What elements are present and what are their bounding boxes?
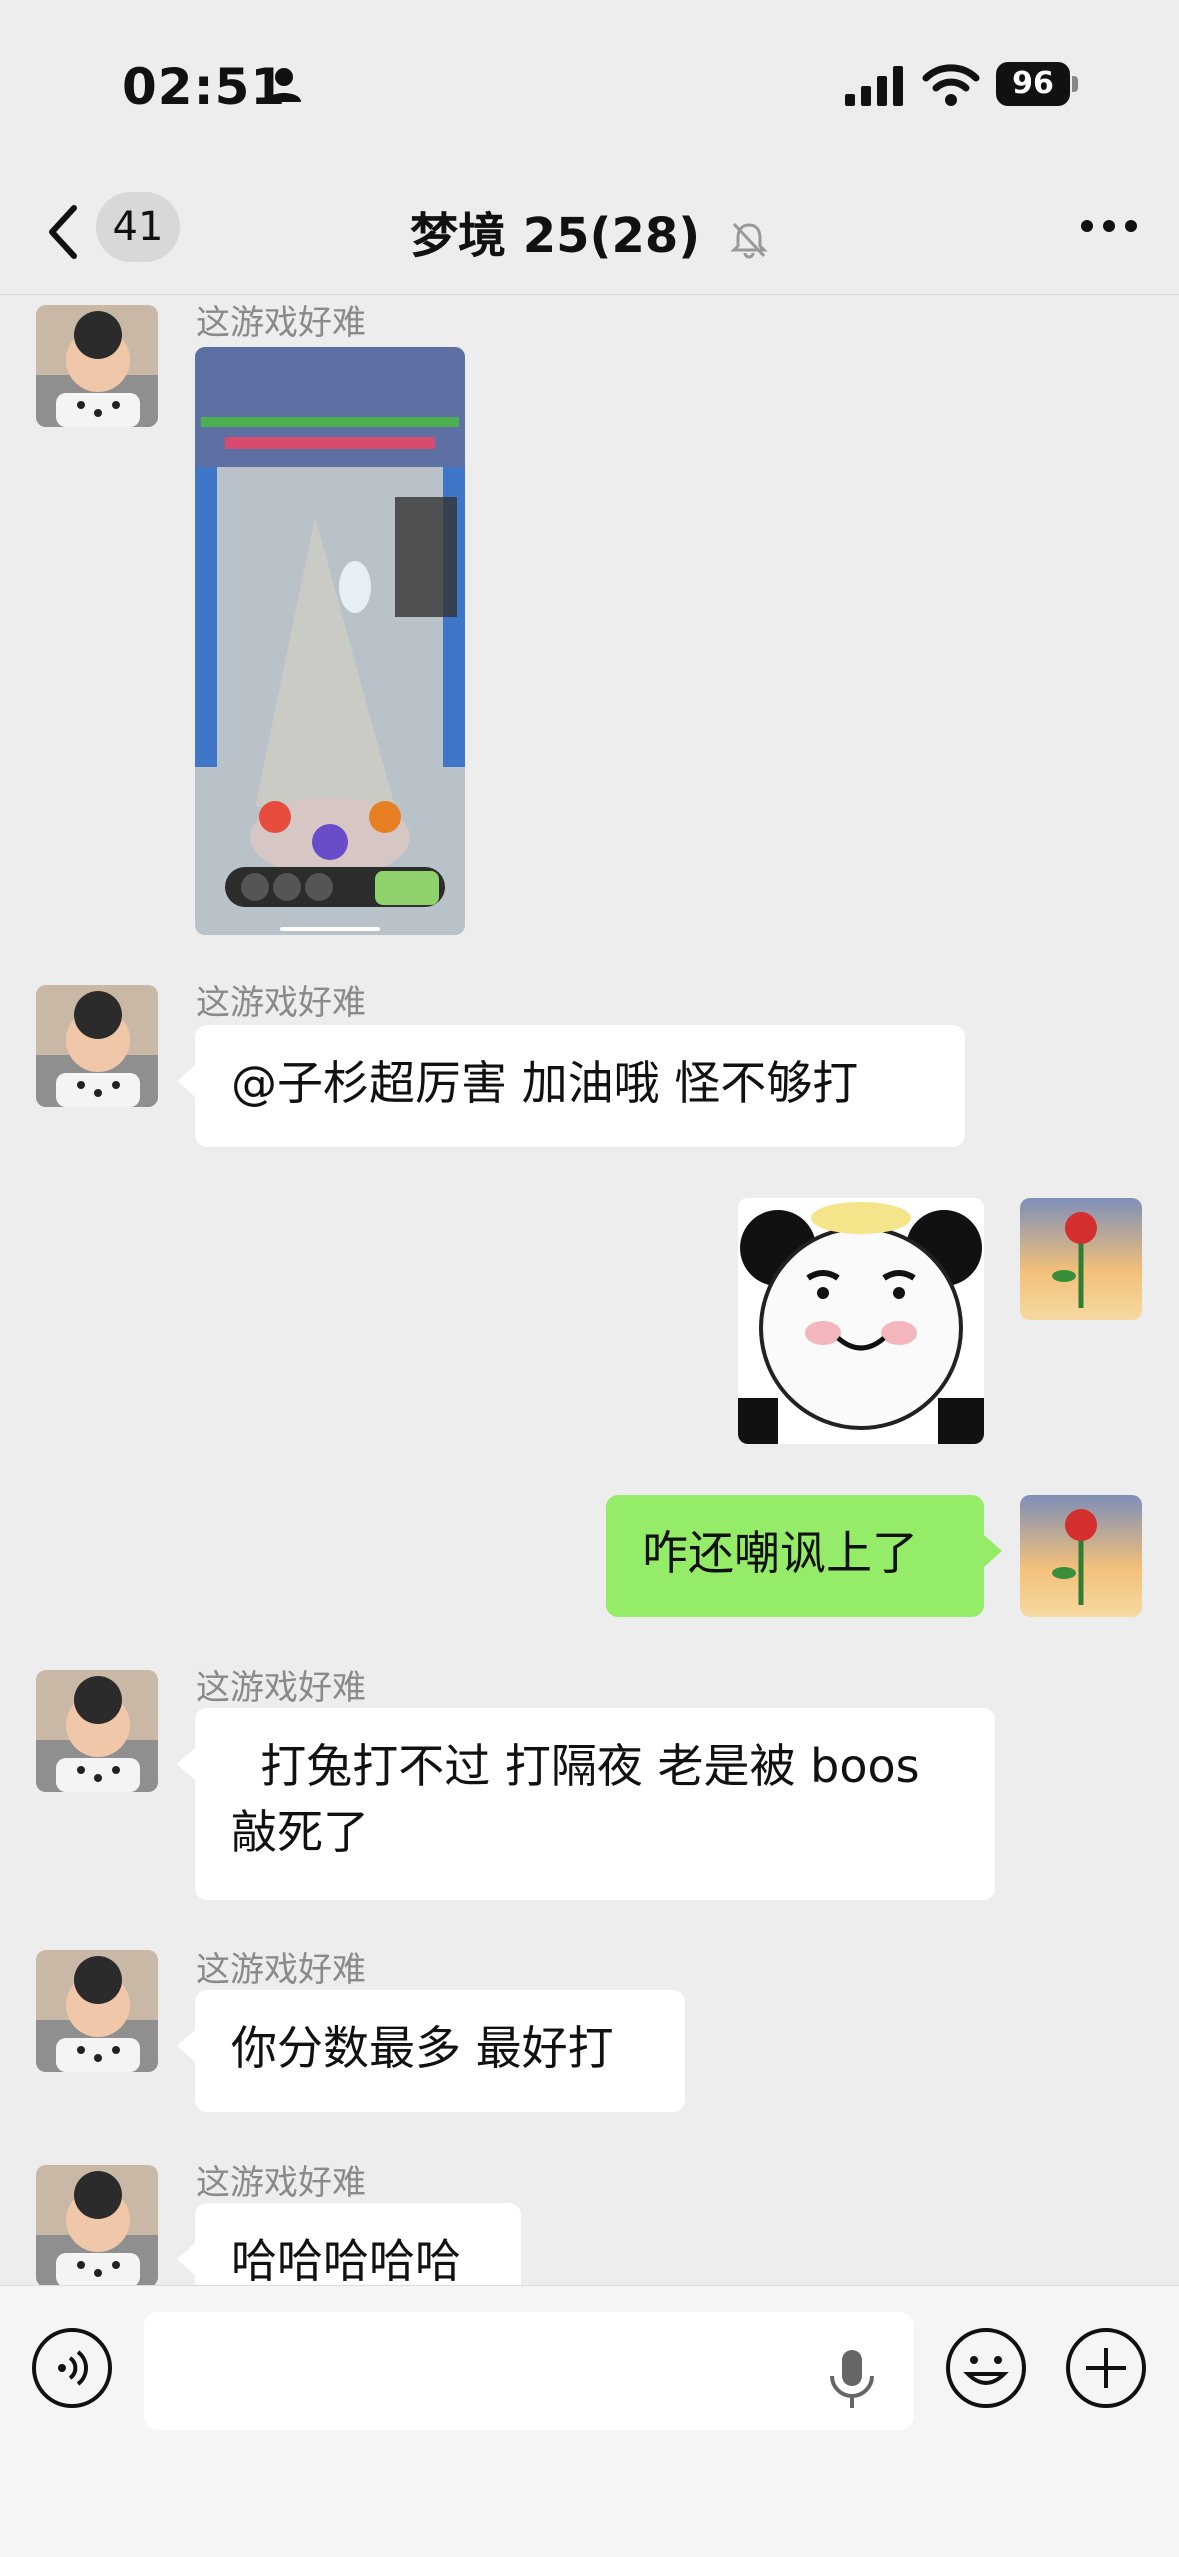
plus-icon[interactable]	[1064, 2326, 1148, 2410]
sender-avatar[interactable]	[36, 2165, 158, 2285]
my-avatar[interactable]	[1020, 1198, 1142, 1320]
sender-avatar[interactable]	[36, 1670, 158, 1792]
message-input[interactable]	[144, 2312, 914, 2430]
emoji-icon[interactable]	[944, 2326, 1028, 2410]
mic-icon[interactable]	[822, 2348, 882, 2410]
game-screenshot-image[interactable]	[195, 347, 465, 935]
my-avatar[interactable]	[1020, 1495, 1142, 1617]
voice-icon[interactable]	[30, 2326, 114, 2410]
panda-sticker-image[interactable]	[738, 1198, 984, 1444]
sender-name: 这游戏好难	[196, 1950, 366, 1990]
chat-title: 梦境 25(28)	[410, 208, 701, 264]
message-bubble[interactable]: @子杉超厉害 加油哦 怪不够打	[177, 1025, 965, 1147]
battery-level: 96	[996, 62, 1070, 106]
sender-name: 这游戏好难	[196, 303, 366, 343]
chat-header: 41 梦境 25(28)	[0, 170, 1179, 295]
battery-indicator: 96	[996, 62, 1078, 106]
sender-name: 这游戏好难	[196, 1668, 366, 1708]
sender-avatar[interactable]	[36, 305, 158, 427]
chat-title-row: 梦境 25(28)	[0, 196, 1179, 266]
battery-tip	[1072, 76, 1078, 92]
person-icon	[267, 68, 301, 102]
status-bar: 02:51 96	[0, 0, 1179, 170]
muted-bell-icon	[730, 222, 768, 259]
cellular-signal-icon	[845, 66, 903, 106]
sender-avatar[interactable]	[36, 1950, 158, 2072]
message-list[interactable]: 这游戏好难 这游戏好难 @子杉超厉害 加油哦 怪不够打 咋还嘲讽上了 这游戏好难…	[0, 295, 1179, 2285]
message-bubble[interactable]: 你分数最多 最好打	[177, 1990, 685, 2112]
message-bubble[interactable]: 打兔打不过 打隔夜 老是被 boos 敲死了	[177, 1708, 995, 1900]
sender-name: 这游戏好难	[196, 983, 366, 1023]
wifi-icon	[922, 64, 980, 106]
input-bar	[0, 2285, 1179, 2557]
status-time: 02:51	[122, 58, 287, 116]
more-options-icon[interactable]	[1079, 206, 1139, 246]
message-bubble-self[interactable]: 咋还嘲讽上了	[606, 1495, 1002, 1617]
message-bubble[interactable]: 哈哈哈哈哈	[177, 2203, 521, 2285]
sender-name: 这游戏好难	[196, 2163, 366, 2203]
sender-avatar[interactable]	[36, 985, 158, 1107]
